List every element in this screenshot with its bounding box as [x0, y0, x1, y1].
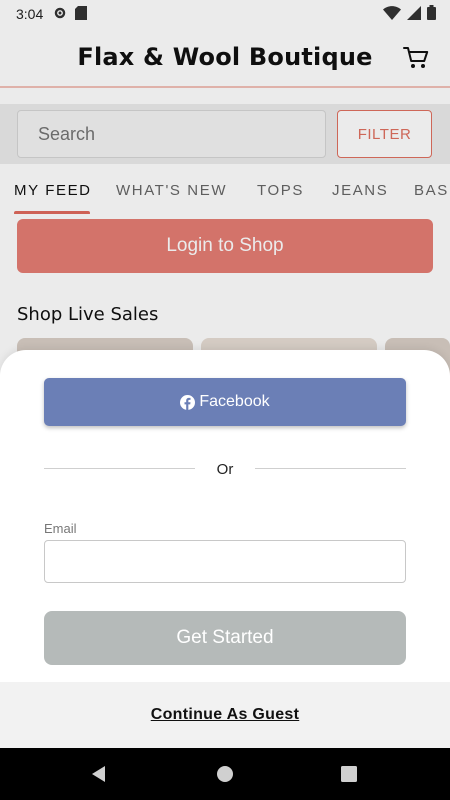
email-label: Email [44, 521, 77, 536]
get-started-button[interactable]: Get Started [44, 611, 406, 665]
continue-as-guest-link[interactable]: Continue As Guest [151, 706, 300, 724]
email-field[interactable] [44, 540, 406, 583]
back-icon[interactable] [69, 748, 129, 800]
guest-footer: Continue As Guest [0, 682, 450, 748]
facebook-icon [180, 394, 196, 410]
recents-icon[interactable] [319, 748, 379, 800]
system-nav-bar [0, 748, 450, 800]
facebook-label: Facebook [199, 393, 270, 410]
divider-right [255, 468, 406, 469]
home-icon[interactable] [195, 748, 255, 800]
or-label: Or [216, 461, 234, 478]
login-bottom-sheet: Facebook Or Email Get Started Continue A… [0, 350, 450, 748]
facebook-login-button[interactable]: Facebook [44, 378, 406, 426]
